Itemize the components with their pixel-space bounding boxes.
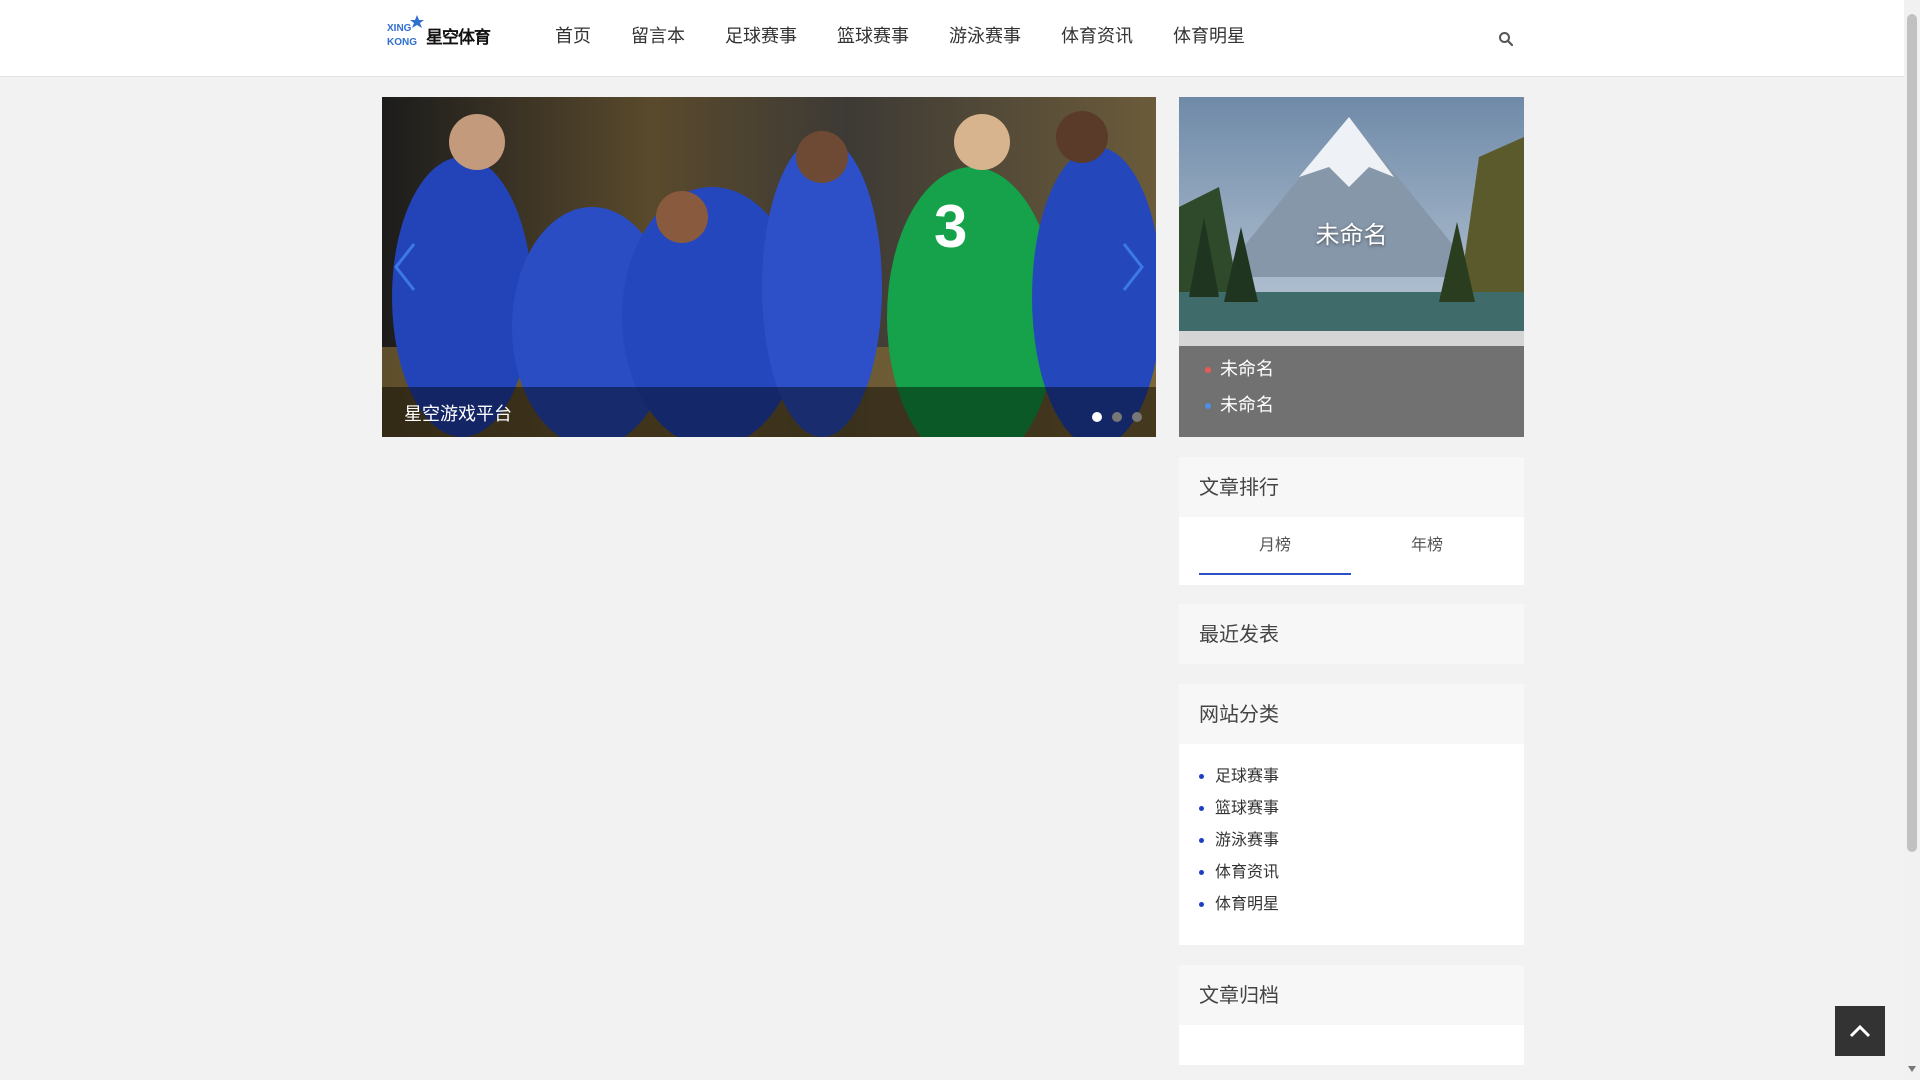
nav-swimming[interactable]: 游泳赛事 xyxy=(949,0,1021,76)
chevron-up-icon xyxy=(1849,1024,1871,1038)
back-to-top-button[interactable] xyxy=(1835,1006,1885,1056)
slide-image: 3 xyxy=(382,97,1156,437)
recent-posts-widget: 最近发表 xyxy=(1179,604,1524,664)
slider-dot-1[interactable] xyxy=(1092,412,1102,422)
featured-title[interactable]: 未命名 xyxy=(1179,215,1524,250)
archive-title: 文章归档 xyxy=(1179,965,1524,1025)
categories-title: 网站分类 xyxy=(1179,684,1524,744)
featured-list-item[interactable]: 未命名 xyxy=(1205,388,1274,424)
chevron-right-icon[interactable] xyxy=(1118,240,1148,294)
nav-guestbook[interactable]: 留言本 xyxy=(631,0,685,76)
tab-monthly[interactable]: 月榜 xyxy=(1199,517,1351,575)
nav-sports-stars[interactable]: 体育明星 xyxy=(1173,0,1245,76)
logo-mark-kong: KONG xyxy=(387,37,417,48)
nav-basketball[interactable]: 篮球赛事 xyxy=(837,0,909,76)
logo-text: 星空体育 xyxy=(426,28,491,48)
chevron-left-icon[interactable] xyxy=(390,240,420,294)
slider-dots xyxy=(1082,412,1142,422)
featured-box: 未命名 未命名 未命名 xyxy=(1179,97,1524,437)
category-item-football[interactable]: 足球赛事 xyxy=(1199,760,1504,792)
featured-divider xyxy=(1179,331,1524,346)
slider-dot-3[interactable] xyxy=(1132,412,1142,422)
archive-widget: 文章归档 xyxy=(1179,965,1524,1065)
ranking-tabs: 月榜 年榜 xyxy=(1179,517,1524,587)
slide-caption[interactable]: 星空游戏平台 xyxy=(404,400,512,426)
featured-list-item[interactable]: 未命名 xyxy=(1205,352,1274,388)
jersey-number: 3 xyxy=(934,193,967,260)
nav-sports-news[interactable]: 体育资讯 xyxy=(1061,0,1133,76)
logo-mark: XING KONG xyxy=(387,15,424,48)
featured-list: 未命名 未命名 xyxy=(1205,352,1274,424)
logo-mark-xing: XING xyxy=(387,23,412,34)
category-list: 足球赛事 篮球赛事 游泳赛事 体育资讯 体育明星 xyxy=(1179,744,1524,920)
category-item-sports-news[interactable]: 体育资讯 xyxy=(1199,856,1504,888)
ranking-title: 文章排行 xyxy=(1179,457,1524,517)
nav-home[interactable]: 首页 xyxy=(555,0,591,76)
scrollbar-thumb[interactable] xyxy=(1907,14,1917,852)
category-item-basketball[interactable]: 篮球赛事 xyxy=(1199,792,1504,824)
slider-dot-2[interactable] xyxy=(1112,412,1122,422)
image-slider[interactable]: 3 星空游戏平台 xyxy=(382,97,1156,437)
categories-widget: 网站分类 足球赛事 篮球赛事 游泳赛事 体育资讯 体育明星 xyxy=(1179,684,1524,945)
recent-posts-title: 最近发表 xyxy=(1179,604,1524,664)
site-logo[interactable]: XING KONG 星空体育 xyxy=(386,15,491,49)
category-item-swimming[interactable]: 游泳赛事 xyxy=(1199,824,1504,856)
page-scrollbar[interactable] xyxy=(1904,0,1920,1080)
tab-yearly[interactable]: 年榜 xyxy=(1351,517,1503,573)
nav-football[interactable]: 足球赛事 xyxy=(725,0,797,76)
slide-caption-bar: 星空游戏平台 xyxy=(382,387,1156,437)
category-item-sports-stars[interactable]: 体育明星 xyxy=(1199,888,1504,920)
site-header: XING KONG 星空体育 首页 留言本 足球赛事 篮球赛事 游泳赛事 体育资… xyxy=(0,0,1904,77)
scroll-down-arrow-icon[interactable] xyxy=(1908,1066,1916,1072)
featured-image[interactable] xyxy=(1179,97,1524,331)
search-icon[interactable] xyxy=(1498,31,1514,47)
main-nav: 首页 留言本 足球赛事 篮球赛事 游泳赛事 体育资讯 体育明星 xyxy=(555,0,1285,76)
ranking-widget: 文章排行 月榜 年榜 xyxy=(1179,457,1524,585)
